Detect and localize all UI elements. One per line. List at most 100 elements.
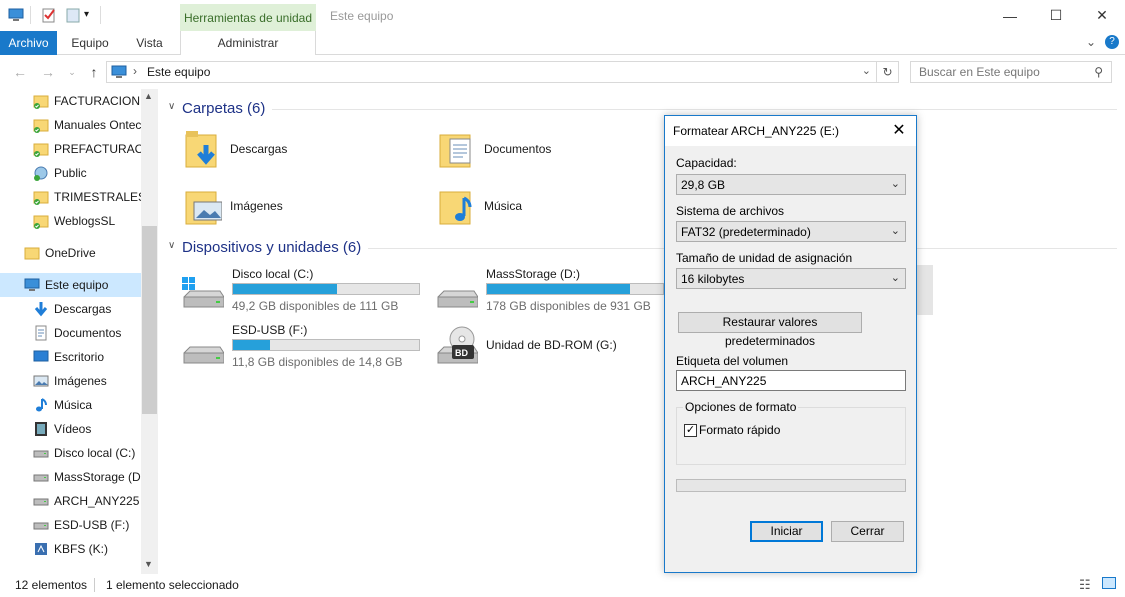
- drive-icon: [180, 331, 225, 371]
- quick-format-checkbox[interactable]: ✓: [684, 424, 697, 437]
- chevron-down-icon: ⌄: [890, 272, 900, 284]
- sidebar-item-label: ARCH_ANY225 (: [54, 494, 141, 508]
- downloads-folder-icon: [184, 127, 222, 171]
- maximize-button[interactable]: ☐: [1033, 0, 1079, 31]
- ribbon-tabs: Archivo Equipo Vista Administrar ⌄ ?: [0, 31, 1125, 55]
- alloc-unit-value: 16 kilobytes: [681, 272, 745, 286]
- drive-free-space: 11,8 GB disponibles de 14,8 GB: [232, 355, 403, 369]
- capacity-select[interactable]: 29,8 GB ⌄: [676, 174, 906, 195]
- folder-item-imagenes[interactable]: Imágenes: [184, 178, 283, 234]
- sidebar-item-esd-usb-f[interactable]: ESD-USB (F:): [0, 513, 141, 537]
- sidebar-item-label: Manuales Ontec: [54, 118, 141, 132]
- tab-archivo[interactable]: Archivo: [0, 31, 57, 55]
- download-icon: [33, 301, 49, 317]
- sidebar-item-m-sica[interactable]: Música: [0, 393, 141, 417]
- search-input[interactable]: Buscar en Este equipo ⚲: [910, 61, 1112, 83]
- alloc-unit-select[interactable]: 16 kilobytes ⌄: [676, 268, 906, 289]
- large-icons-view-icon[interactable]: [1102, 577, 1116, 589]
- address-bar[interactable]: › Este equipo ⌄: [106, 61, 877, 83]
- tab-administrar[interactable]: Administrar: [180, 31, 316, 55]
- sidebar-item-im-genes[interactable]: Imágenes: [0, 369, 141, 393]
- sidebar-item-manuales-ontec[interactable]: Manuales Ontec: [0, 113, 141, 137]
- details-view-icon[interactable]: ☷: [1079, 577, 1091, 593]
- selected-drive-highlight[interactable]: [917, 265, 933, 315]
- folder-item-musica[interactable]: Música: [438, 178, 522, 234]
- sidebar-item-documentos[interactable]: Documentos: [0, 321, 141, 345]
- address-dropdown-icon[interactable]: ⌄: [862, 64, 871, 77]
- tab-vista[interactable]: Vista: [122, 31, 177, 55]
- start-button[interactable]: Iniciar: [750, 521, 823, 542]
- scrollbar-thumb[interactable]: [142, 226, 157, 414]
- sidebar-item-facturacion-e[interactable]: FACTURACION E: [0, 89, 141, 113]
- new-folder-icon[interactable]: [65, 7, 81, 23]
- drive-icon: [434, 275, 479, 315]
- sidebar-item-label: OneDrive: [45, 246, 96, 260]
- drive-item-c[interactable]: Disco local (C:) 49,2 GB disponibles de …: [180, 265, 440, 315]
- section-devices-title[interactable]: Dispositivos y unidades (6): [182, 239, 361, 256]
- restore-defaults-button[interactable]: Restaurar valores predeterminados: [678, 312, 862, 348]
- tab-equipo[interactable]: Equipo: [60, 31, 120, 55]
- properties-icon[interactable]: [41, 7, 57, 23]
- sidebar-item-label: Public: [54, 166, 87, 180]
- drive-item-f[interactable]: ESD-USB (F:) 11,8 GB disponibles de 14,8…: [180, 321, 440, 371]
- close-button[interactable]: ✕: [1079, 0, 1125, 31]
- windows-drive-icon: [180, 275, 225, 315]
- search-icon: ⚲: [1094, 65, 1103, 79]
- computer-icon[interactable]: [8, 7, 24, 23]
- sidebar-item-prefacturacio[interactable]: PREFACTURACIO: [0, 137, 141, 161]
- chevron-down-icon[interactable]: ⌄: [1086, 35, 1096, 49]
- drive-item-d[interactable]: MassStorage (D:) 178 GB disponibles de 9…: [434, 265, 664, 315]
- sidebar-item-descargas[interactable]: Descargas: [0, 297, 141, 321]
- sidebar-item-este-equipo[interactable]: Este equipo: [0, 273, 141, 297]
- folder-sync-icon: [33, 189, 49, 205]
- chevron-down-icon[interactable]: ∨: [168, 240, 175, 251]
- sidebar-item-v-deos[interactable]: Vídeos: [0, 417, 141, 441]
- folder-item-descargas[interactable]: Descargas: [184, 121, 287, 177]
- section-divider: [272, 109, 1117, 110]
- up-arrow-icon[interactable]: ↑: [86, 64, 102, 80]
- sidebar-item-disco-local-c[interactable]: Disco local (C:): [0, 441, 141, 465]
- forward-arrow-icon[interactable]: →: [40, 64, 56, 80]
- filesystem-select[interactable]: FAT32 (predeterminado) ⌄: [676, 221, 906, 242]
- sidebar-item-public[interactable]: Public: [0, 161, 141, 185]
- minimize-button[interactable]: —: [987, 0, 1033, 31]
- sidebar-item-label: Escritorio: [54, 350, 105, 364]
- sidebar-item-label: FACTURACION E: [54, 94, 141, 108]
- sidebar-item-trimestrales[interactable]: TRIMESTRALES: [0, 185, 141, 209]
- explorer-window: ▾ Herramientas de unidad Este equipo — ☐…: [0, 0, 1125, 597]
- sidebar-item-weblogssl[interactable]: WeblogsSL: [0, 209, 141, 233]
- recent-chevron-icon[interactable]: ⌄: [64, 64, 80, 80]
- back-arrow-icon[interactable]: ←: [12, 64, 28, 80]
- sidebar-item-kbfs-k[interactable]: KBFS (K:): [0, 537, 141, 561]
- sidebar-item-massstorage-d[interactable]: MassStorage (D:: [0, 465, 141, 489]
- close-dialog-button[interactable]: Cerrar: [831, 521, 904, 542]
- chevron-down-icon[interactable]: ∨: [168, 101, 175, 112]
- chevron-down-icon: ⌄: [890, 225, 900, 237]
- section-folders-title[interactable]: Carpetas (6): [182, 100, 265, 117]
- sidebar-item-label: MassStorage (D:: [54, 470, 141, 484]
- quick-format-label[interactable]: Formato rápido: [699, 423, 780, 437]
- dialog-close-button[interactable]: ✕: [882, 116, 916, 146]
- volume-label-input[interactable]: ARCH_ANY225: [676, 370, 906, 391]
- drive-item-g[interactable]: BD Unidad de BD-ROM (G:): [434, 321, 664, 371]
- breadcrumb[interactable]: Este equipo: [147, 65, 210, 79]
- sidebar-item-arch-any225[interactable]: ARCH_ANY225 (: [0, 489, 141, 513]
- music-icon: [33, 397, 49, 413]
- help-icon[interactable]: ?: [1105, 35, 1119, 49]
- close-icon: ✕: [892, 122, 906, 139]
- sidebar-item-onedrive[interactable]: OneDrive: [0, 241, 141, 265]
- refresh-button[interactable]: ↻: [877, 61, 899, 83]
- format-progress-bar: [676, 479, 906, 492]
- format-options-label: Opciones de formato: [683, 400, 799, 414]
- customize-qat-icon[interactable]: ▾: [84, 7, 100, 23]
- checkmark-icon: ✓: [685, 424, 696, 436]
- drive-icon: [33, 493, 49, 509]
- drive-name: Unidad de BD-ROM (G:): [486, 338, 617, 352]
- filesystem-value: FAT32 (predeterminado): [681, 225, 811, 239]
- folder-label: Imágenes: [230, 199, 283, 213]
- scroll-down-icon[interactable]: ▼: [144, 559, 153, 569]
- navigation-pane: FACTURACION E Manuales Ontec PREFACTURACIO…: [0, 89, 158, 574]
- folder-item-documentos[interactable]: Documentos: [438, 121, 551, 177]
- scroll-up-icon[interactable]: ▲: [144, 91, 153, 101]
- sidebar-item-escritorio[interactable]: Escritorio: [0, 345, 141, 369]
